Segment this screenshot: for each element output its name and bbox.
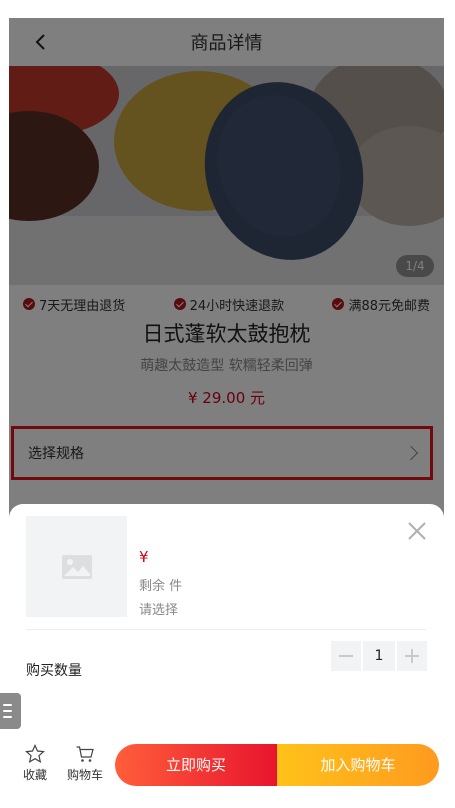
cart-label: 购物车: [66, 768, 103, 782]
minus-icon: [339, 655, 353, 657]
cart-icon: [76, 746, 94, 762]
cart-button[interactable]: 购物车: [63, 744, 107, 783]
close-icon[interactable]: [406, 520, 428, 542]
image-placeholder-icon: [61, 554, 92, 579]
buy-now-button[interactable]: 立即购买: [115, 744, 277, 786]
sku-thumbnail: [26, 516, 127, 617]
sku-stock: 剩余 件: [139, 579, 183, 594]
action-bar: 收藏 购物车 立即购买 加入购物车: [9, 740, 444, 790]
star-icon: [25, 744, 45, 764]
favorite-label: 收藏: [22, 768, 47, 782]
quantity-input[interactable]: 1: [363, 641, 395, 671]
increase-button[interactable]: [397, 641, 427, 671]
phone-frame: 商品详情 1/4 7天无理由退货 24小时快速退款 满88元免邮费: [9, 18, 444, 790]
add-to-cart-button[interactable]: 加入购物车: [277, 744, 439, 786]
quantity-stepper: 1: [331, 641, 427, 671]
quantity-label: 购买数量: [26, 663, 82, 679]
favorite-button[interactable]: 收藏: [13, 744, 57, 783]
floating-menu-button[interactable]: [0, 693, 21, 729]
decrease-button[interactable]: [331, 641, 361, 671]
menu-icon: [3, 704, 12, 706]
sku-price: ¥: [139, 548, 149, 566]
plus-icon: [405, 649, 419, 663]
sku-select-hint: 请选择: [139, 603, 179, 618]
divider: [26, 629, 426, 630]
